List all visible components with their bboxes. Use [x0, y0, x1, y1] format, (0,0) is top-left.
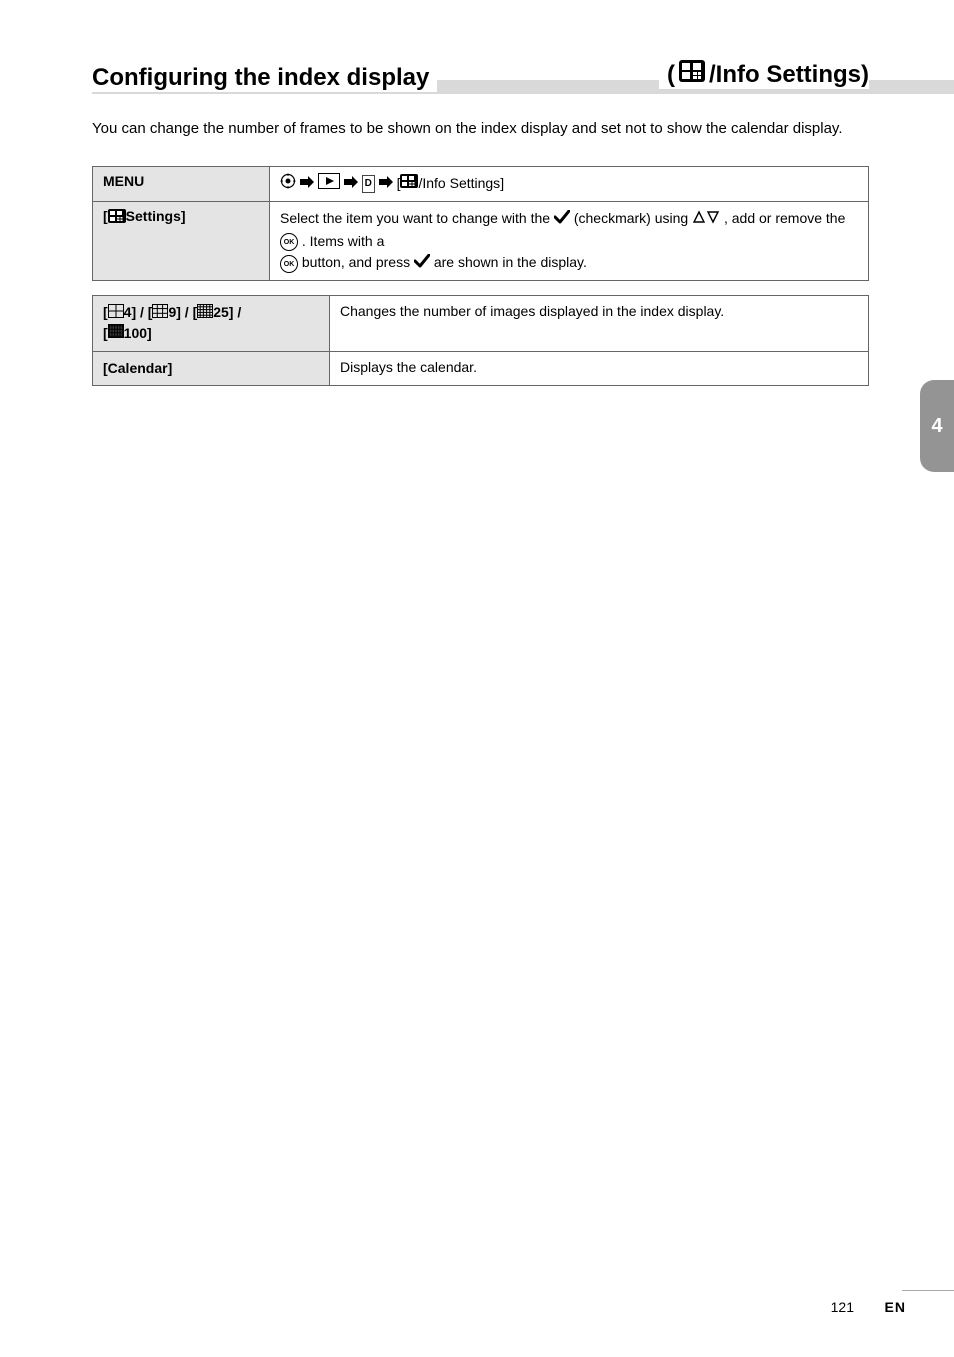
menu-label: MENU [103, 173, 144, 189]
section-heading: Configuring the index display ( /Info Se… [92, 60, 869, 96]
arrow-right-icon [379, 173, 393, 195]
grid100-icon [108, 324, 124, 344]
grid-settings-icon [400, 173, 418, 195]
checkmark-icon [414, 253, 430, 275]
grid4-icon [108, 304, 124, 324]
heading-right: ( /Info Settings) [659, 60, 869, 89]
nav-menu-cell: MENU [93, 166, 270, 202]
heading-right-label: /Info Settings) [709, 61, 869, 89]
opt1-v4: 100] [124, 325, 152, 341]
options-table: [ 4] / [ 9] / [ 25] / [ [92, 295, 869, 386]
ok-button-icon: OK [280, 233, 298, 251]
playback-tab-icon [318, 173, 340, 196]
nav-instruction-cell: Select the item you want to change with … [270, 202, 869, 281]
d-tab-label: D [362, 175, 375, 193]
instr-part6: are shown in the display. [434, 254, 587, 270]
arrow-right-icon [344, 173, 358, 195]
heading-paren: ( [667, 61, 675, 89]
instr-part5: button, and press [302, 254, 414, 270]
nav-bracket-close: ] [500, 175, 504, 191]
grid-settings-icon [679, 60, 705, 89]
settings-label: Settings [126, 208, 181, 224]
nav-table: MENU D [ [92, 166, 869, 282]
gear-icon [280, 173, 296, 196]
grid25-icon [197, 304, 213, 324]
table-row: [ 4] / [ 9] / [ 25] / [ [93, 296, 869, 351]
footer-lang: EN [885, 1299, 906, 1315]
up-down-arrow-icon [692, 209, 720, 231]
instr-part3: , add or remove the [724, 210, 845, 226]
opt1-v1: 4] / [ [124, 304, 153, 320]
chapter-number: 4 [931, 415, 942, 438]
nav-settings-name: /Info Settings [418, 175, 500, 191]
option-grid-sizes: [ 4] / [ 9] / [ 25] / [ [93, 296, 330, 351]
opt1-v2: 9] / [ [168, 304, 197, 320]
nav-path-cell: D [ /Info Settings] [270, 166, 869, 202]
side-chapter-tab: 4 [920, 380, 954, 472]
opt1-v3: 25] / [213, 304, 241, 320]
option-grid-desc: Changes the number of images displayed i… [330, 296, 869, 351]
intro-paragraph: You can change the number of frames to b… [92, 118, 869, 140]
instr-part1: Select the item you want to change with … [280, 210, 554, 226]
table-row: [Calendar] Displays the calendar. [93, 351, 869, 386]
grid9-icon [152, 304, 168, 324]
heading-left: Configuring the index display [92, 64, 437, 92]
arrow-right-icon [300, 173, 314, 195]
ok-button-icon: OK [280, 255, 298, 273]
option-calendar: [Calendar] [93, 351, 330, 386]
instr-part2: (checkmark) using [574, 210, 692, 226]
grid-settings-icon [108, 209, 126, 226]
footer-rule [902, 1290, 954, 1291]
footer-page: 121 [831, 1299, 854, 1315]
option-calendar-desc: Displays the calendar. [330, 351, 869, 386]
nav-settings-cell: [ Settings] [93, 202, 270, 281]
checkmark-icon [554, 209, 570, 231]
instr-part4: . Items with a [302, 233, 384, 249]
